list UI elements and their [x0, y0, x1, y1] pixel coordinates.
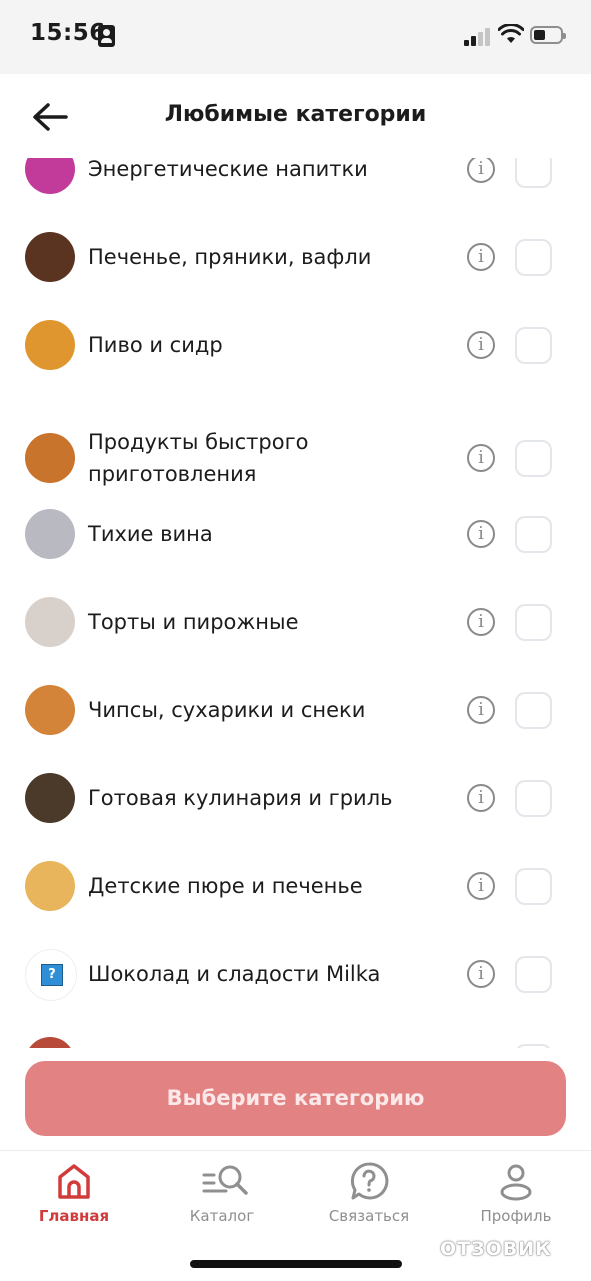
category-thumbnail	[25, 685, 75, 735]
profile-icon	[500, 1164, 532, 1201]
info-icon[interactable]: i	[467, 960, 495, 988]
category-label: Чипсы, сухарики и снеки	[88, 698, 366, 722]
category-checkbox[interactable]	[515, 604, 552, 641]
category-label: Готовая кулинария и гриль	[88, 786, 393, 810]
category-checkbox[interactable]	[515, 516, 552, 553]
tab-label: Каталог	[189, 1207, 255, 1225]
help-chat-icon	[350, 1162, 389, 1200]
category-row[interactable]: Тихие вина i	[0, 501, 591, 581]
category-checkbox[interactable]	[515, 692, 552, 729]
category-row[interactable]: Пиво и сидр i	[0, 312, 591, 392]
contact-card-icon	[98, 25, 115, 47]
category-row[interactable]: Торты и пирожные i	[0, 589, 591, 669]
info-icon[interactable]: i	[467, 520, 495, 548]
category-thumbnail	[25, 158, 75, 194]
category-thumbnail	[25, 320, 75, 370]
category-label: Тихие вина	[88, 522, 213, 546]
category-checkbox[interactable]	[515, 239, 552, 276]
category-thumbnail	[25, 1037, 75, 1048]
category-checkbox[interactable]	[515, 868, 552, 905]
info-icon[interactable]: i	[467, 243, 495, 271]
tab-label: Профиль	[480, 1207, 552, 1225]
category-row[interactable]: Печенье, пряники, вафли i	[0, 224, 591, 304]
page-title: Любимые категории	[164, 102, 427, 127]
tab-catalog[interactable]: Каталог	[152, 1151, 292, 1241]
info-icon[interactable]: i	[467, 872, 495, 900]
category-thumbnail	[25, 597, 75, 647]
status-bar: 15:56	[0, 0, 591, 74]
category-label: Торты и пирожные	[88, 610, 299, 634]
info-icon[interactable]: i	[467, 696, 495, 724]
category-row[interactable]: ? Шоколад и сладости Milka i	[0, 941, 591, 1021]
category-label: Шоколад и сладости Milka	[88, 962, 381, 986]
home-indicator	[190, 1260, 402, 1268]
watermark: ОТЗОВИК	[440, 1238, 552, 1260]
info-icon[interactable]: i	[467, 331, 495, 359]
category-checkbox[interactable]	[515, 440, 552, 477]
category-label: Пиво и сидр	[88, 333, 223, 357]
header: Любимые категории	[0, 74, 591, 158]
category-label: Детские пюре и печенье	[88, 874, 363, 898]
category-checkbox[interactable]	[515, 780, 552, 817]
tab-profile[interactable]: Профиль	[446, 1151, 586, 1241]
category-row-partial[interactable]	[0, 1029, 591, 1048]
info-icon[interactable]: i	[467, 444, 495, 472]
select-category-button[interactable]: Выберите категорию	[25, 1061, 566, 1136]
tab-contact[interactable]: Связаться	[299, 1151, 439, 1241]
category-label: Энергетические напитки	[88, 158, 368, 181]
cellular-signal-icon	[464, 26, 492, 46]
catalog-search-icon	[202, 1165, 248, 1195]
category-thumbnail	[25, 232, 75, 282]
category-row[interactable]: Энергетические напитки i	[0, 158, 591, 216]
category-thumbnail	[25, 861, 75, 911]
tab-label: Связаться	[328, 1207, 410, 1225]
tab-home[interactable]: Главная	[4, 1151, 144, 1241]
battery-icon	[530, 26, 566, 44]
category-label: Печенье, пряники, вафли	[88, 245, 372, 269]
category-checkbox[interactable]	[515, 956, 552, 993]
category-list[interactable]: Энергетические напитки i Печенье, пряник…	[0, 158, 591, 1048]
category-label: Продукты быстрого приготовления	[88, 430, 309, 486]
home-icon	[58, 1164, 90, 1199]
category-thumbnail	[25, 433, 75, 483]
category-row[interactable]: Детские пюре и печенье i	[0, 853, 591, 933]
category-checkbox[interactable]	[515, 158, 552, 188]
tab-label: Главная	[38, 1207, 110, 1225]
category-thumbnail	[25, 773, 75, 823]
info-icon[interactable]: i	[467, 158, 495, 183]
category-row[interactable]: Готовая кулинария и гриль i	[0, 765, 591, 845]
info-icon[interactable]: i	[467, 784, 495, 812]
category-row[interactable]: Чипсы, сухарики и снеки i	[0, 677, 591, 757]
category-thumbnail: ?	[25, 949, 77, 1001]
category-checkbox[interactable]	[515, 327, 552, 364]
wifi-icon	[498, 24, 524, 43]
cta-area: Выберите категорию	[0, 1048, 591, 1150]
info-icon[interactable]: i	[467, 608, 495, 636]
category-thumbnail	[25, 509, 75, 559]
status-time: 15:56	[30, 20, 106, 46]
